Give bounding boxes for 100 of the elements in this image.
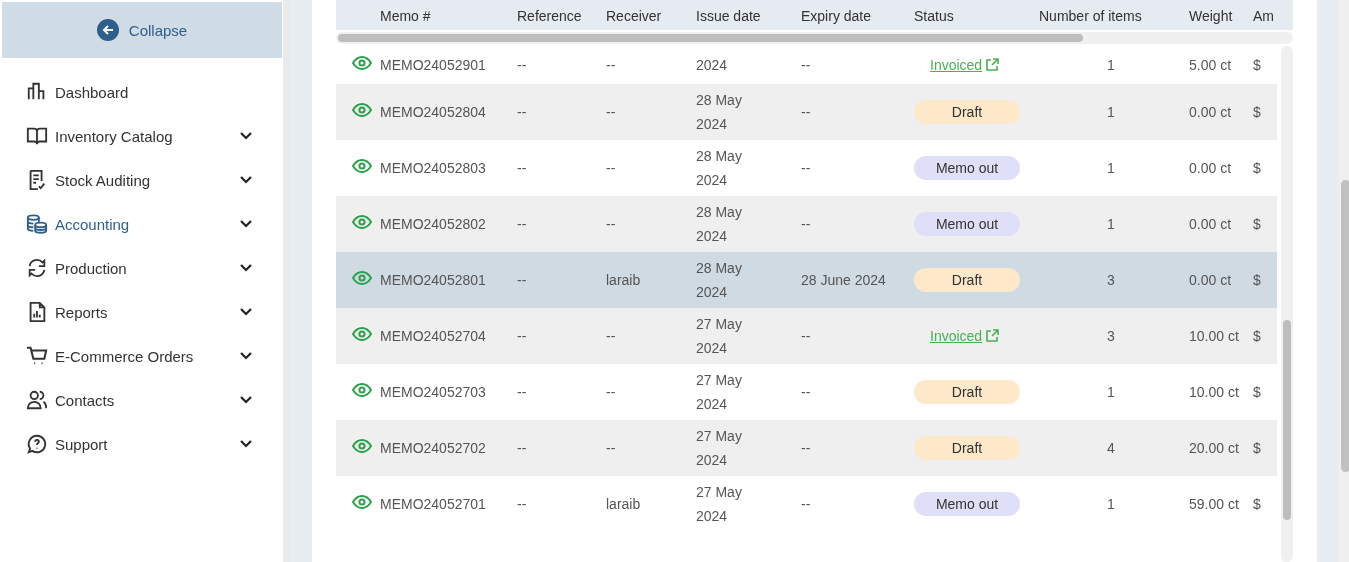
- eye-icon[interactable]: [352, 495, 372, 509]
- table-cell-text: --: [801, 383, 812, 402]
- table-cell-text: MEMO24052803: [380, 159, 487, 178]
- table-cell-text: 4: [1106, 439, 1116, 458]
- horizontal-scrollbar[interactable]: [336, 32, 1293, 44]
- table-cell-text: --: [517, 495, 528, 514]
- status-badge: Memo out: [914, 212, 1020, 236]
- table-cell-text: MEMO24052804: [380, 103, 487, 122]
- table-cell-text: 10.00 ct: [1189, 327, 1240, 346]
- table-cell-text: 27 May 2024: [696, 427, 743, 470]
- table-cell-text: 10.00 ct: [1189, 383, 1240, 402]
- sidebar-item[interactable]: Inventory Catalog: [0, 114, 283, 158]
- table-cell-text: $: [1253, 327, 1262, 346]
- eye-icon[interactable]: [352, 271, 372, 285]
- table-cell-text: 27 May 2024: [696, 483, 743, 526]
- table-cell-text: MEMO24052704: [380, 327, 487, 346]
- table-cell-text: 28 May 2024: [696, 259, 743, 302]
- table-cell-text: --: [517, 103, 528, 122]
- table-row[interactable]: MEMO24052704 -- -- 27 May 2024 -- Invoiced 3 10.00 ct $: [336, 308, 1277, 364]
- table-cell-text: MEMO24052703: [380, 383, 487, 402]
- eye-icon[interactable]: [352, 56, 372, 70]
- eye-icon[interactable]: [352, 327, 372, 341]
- status-badge: Draft: [914, 268, 1020, 292]
- eye-icon[interactable]: [352, 439, 372, 453]
- table-cell-text: --: [517, 327, 528, 346]
- menu-item-icon: [26, 433, 48, 455]
- eye-icon[interactable]: [352, 215, 372, 229]
- menu-item-icon: [26, 345, 48, 367]
- column-header[interactable]: Reference: [517, 8, 606, 30]
- status-badge: Memo out: [914, 492, 1020, 516]
- table-cell-text: $: [1253, 271, 1262, 290]
- table-cell-text: --: [517, 215, 528, 234]
- table-cell-text: 1: [1106, 383, 1116, 402]
- sidebar-item[interactable]: Support: [0, 422, 283, 466]
- table-cell-text: 59.00 ct: [1189, 495, 1240, 514]
- table-cell-text: $: [1253, 159, 1262, 178]
- table-cell-text: --: [517, 439, 528, 458]
- table-cell-text: --: [801, 439, 812, 458]
- table-cell-text: 0.00 ct: [1189, 103, 1233, 122]
- status-badge: Draft: [914, 436, 1020, 460]
- table-cell-text: $: [1253, 103, 1262, 122]
- table-cell-text: --: [606, 383, 617, 402]
- sidebar-item[interactable]: Production: [0, 246, 283, 290]
- table-cell-text: MEMO24052702: [380, 439, 487, 458]
- sidebar-item[interactable]: Contacts: [0, 378, 283, 422]
- table-row[interactable]: MEMO24052802 -- -- 28 May 2024 -- Memo out 1 0.00 ct $: [336, 196, 1277, 252]
- menu-item-icon: [26, 213, 48, 235]
- sidebar-item[interactable]: Reports: [0, 290, 283, 334]
- table-cell-text: 20.00 ct: [1189, 439, 1240, 458]
- table-cell-text: MEMO24052901: [380, 56, 487, 75]
- table-cell-text: --: [517, 271, 528, 290]
- table-row[interactable]: MEMO24052804 -- -- 28 May 2024 -- Draft 1 0.00 ct $: [336, 84, 1277, 140]
- sidebar-item[interactable]: Dashboard: [0, 70, 283, 114]
- table-cell-text: --: [606, 215, 617, 234]
- table-cell-text: 1: [1106, 56, 1116, 75]
- menu-item-icon: [26, 389, 48, 411]
- vertical-scrollbar[interactable]: [1281, 46, 1293, 562]
- sidebar-item[interactable]: E-Commerce Orders: [0, 334, 283, 378]
- table-row[interactable]: MEMO24052801 -- laraib 28 May 2024 28 June 2024 Draft 3 0.00 ct $: [336, 252, 1277, 308]
- table-cell-text: 28 May 2024: [696, 203, 743, 246]
- menu-item-icon: [26, 125, 48, 147]
- table-cell-text: --: [801, 103, 812, 122]
- table-cell-text: 27 May 2024: [696, 315, 743, 358]
- page-scrollbar[interactable]: [1339, 0, 1349, 562]
- table-cell-text: --: [606, 327, 617, 346]
- table-cell-text: laraib: [606, 495, 642, 514]
- table-cell-text: $: [1253, 215, 1262, 234]
- column-header[interactable]: Memo #: [380, 8, 517, 30]
- column-header[interactable]: Am: [1253, 8, 1277, 30]
- table-cell-text: $: [1253, 56, 1262, 75]
- table-cell-text: --: [517, 159, 528, 178]
- table-cell-text: laraib: [606, 271, 642, 290]
- column-header[interactable]: Status: [914, 8, 1039, 30]
- table-cell-text: 3: [1106, 327, 1116, 346]
- table-cell-text: 0.00 ct: [1189, 271, 1233, 290]
- column-header[interactable]: Expiry date: [801, 8, 914, 30]
- column-header[interactable]: Receiver: [606, 8, 696, 30]
- table-cell-text: --: [801, 56, 812, 75]
- sidebar-item[interactable]: Accounting: [0, 202, 283, 246]
- table-cell-text: $: [1253, 495, 1262, 514]
- table-row[interactable]: MEMO24052702 -- -- 27 May 2024 -- Draft 4 20.00 ct $: [336, 420, 1277, 476]
- eye-icon[interactable]: [352, 383, 372, 397]
- status-badge: Draft: [914, 380, 1020, 404]
- table-cell-text: 2024: [696, 56, 729, 75]
- status-badge: Draft: [914, 100, 1020, 124]
- column-header[interactable]: Weight: [1189, 8, 1253, 30]
- sidebar-item[interactable]: Stock Auditing: [0, 158, 283, 202]
- external-link-icon: [985, 329, 1000, 343]
- table-cell-text: --: [801, 495, 812, 514]
- table-cell-text: 28 June 2024: [801, 271, 887, 290]
- column-header[interactable]: Issue date: [696, 8, 801, 30]
- table-cell-text: 1: [1106, 215, 1116, 234]
- column-header[interactable]: Number of items: [1039, 8, 1189, 30]
- eye-icon[interactable]: [352, 159, 372, 173]
- table-cell-text: MEMO24052801: [380, 271, 487, 290]
- table-cell-text: --: [801, 159, 812, 178]
- eye-icon[interactable]: [352, 103, 372, 117]
- table-cell-text: --: [606, 159, 617, 178]
- table-cell-text: 28 May 2024: [696, 91, 743, 134]
- collapse-button[interactable]: Collapse: [2, 2, 282, 58]
